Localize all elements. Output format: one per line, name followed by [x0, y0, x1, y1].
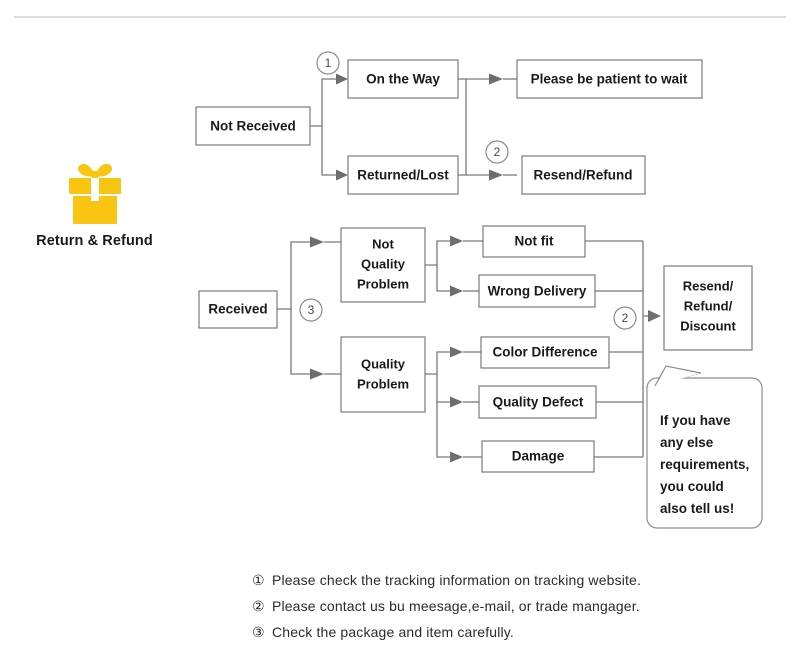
svg-text:Resend/: Resend/ [683, 278, 734, 293]
svg-text:Resend/Refund: Resend/Refund [533, 168, 632, 183]
legend-item: ③ Check the package and item carefully. [252, 624, 772, 641]
svg-text:Color Difference: Color Difference [492, 345, 598, 360]
svg-text:Wrong Delivery: Wrong Delivery [488, 284, 587, 299]
svg-text:Not fit: Not fit [515, 234, 554, 249]
node-returned-lost[interactable]: Returned/Lost [347, 155, 459, 195]
svg-text:If you have: If you have [660, 413, 731, 428]
svg-text:Please be patient to wait: Please be patient to wait [531, 72, 688, 87]
svg-text:3: 3 [308, 303, 315, 317]
node-resend-refund[interactable]: Resend/Refund [521, 155, 646, 195]
svg-text:also tell us!: also tell us! [660, 501, 734, 516]
svg-text:2: 2 [494, 145, 501, 159]
svg-text:you could: you could [660, 479, 724, 494]
connector-quality-split [425, 346, 482, 463]
marker-two-bottom: 2 [613, 306, 637, 330]
legend-text: Please contact us bu meesage,e-mail, or … [272, 598, 640, 614]
connector-not-quality-split [425, 235, 483, 297]
marker-one: 1 [316, 51, 340, 75]
svg-text:Quality Defect: Quality Defect [493, 395, 584, 410]
legend-text: Check the package and item carefully. [272, 624, 514, 640]
node-color-difference[interactable]: Color Difference [480, 336, 610, 369]
node-damage[interactable]: Damage [481, 440, 595, 473]
marker-two-top: 2 [485, 140, 509, 164]
legend-number: ③ [252, 624, 265, 640]
legend-item: ② Please contact us bu meesage,e-mail, o… [252, 598, 772, 615]
node-wrong-delivery[interactable]: Wrong Delivery [478, 274, 596, 308]
diagram-canvas: Return & Refund Not Received 1 On the Wa… [0, 0, 800, 660]
connector-top-bus [458, 73, 517, 181]
svg-text:1: 1 [325, 56, 332, 70]
svg-text:any else: any else [660, 435, 714, 450]
svg-text:Damage: Damage [512, 449, 565, 464]
svg-text:Quality: Quality [361, 256, 406, 271]
svg-text:Returned/Lost: Returned/Lost [357, 168, 449, 183]
marker-three: 3 [299, 298, 323, 322]
svg-text:Quality: Quality [361, 356, 406, 371]
legend-text: Please check the tracking information on… [272, 572, 641, 588]
legend-item: ① Please check the tracking information … [252, 572, 772, 589]
legend-list: ① Please check the tracking information … [252, 572, 772, 650]
svg-text:Problem: Problem [357, 276, 409, 291]
legend-number: ② [252, 598, 265, 614]
speech-bubble: If you have any else requirements, you c… [646, 365, 763, 529]
svg-text:requirements,: requirements, [660, 457, 749, 472]
svg-text:Not: Not [372, 236, 394, 251]
legend-number: ① [252, 572, 265, 588]
node-resend-refund-discount[interactable]: Resend/ Refund/ Discount [663, 265, 753, 351]
node-not-received[interactable]: Not Received [195, 106, 311, 146]
svg-text:On the Way: On the Way [366, 72, 440, 87]
svg-text:Received: Received [208, 302, 267, 317]
node-not-quality-problem[interactable]: Not Quality Problem [340, 227, 426, 303]
svg-text:Discount: Discount [680, 318, 736, 333]
node-quality-problem[interactable]: Quality Problem [340, 336, 426, 413]
node-quality-defect[interactable]: Quality Defect [478, 385, 597, 419]
flowchart-svg: Not Received 1 On the Way Returned/Lost [195, 51, 763, 529]
node-received[interactable]: Received [198, 290, 278, 329]
svg-text:Problem: Problem [357, 376, 409, 391]
node-please-wait[interactable]: Please be patient to wait [516, 59, 703, 99]
svg-text:2: 2 [622, 311, 629, 325]
connector-not-received-split [310, 73, 348, 181]
node-not-fit[interactable]: Not fit [482, 225, 586, 258]
node-on-the-way[interactable]: On the Way [347, 59, 459, 99]
svg-text:Refund/: Refund/ [684, 298, 733, 313]
svg-text:Not Received: Not Received [210, 119, 296, 134]
